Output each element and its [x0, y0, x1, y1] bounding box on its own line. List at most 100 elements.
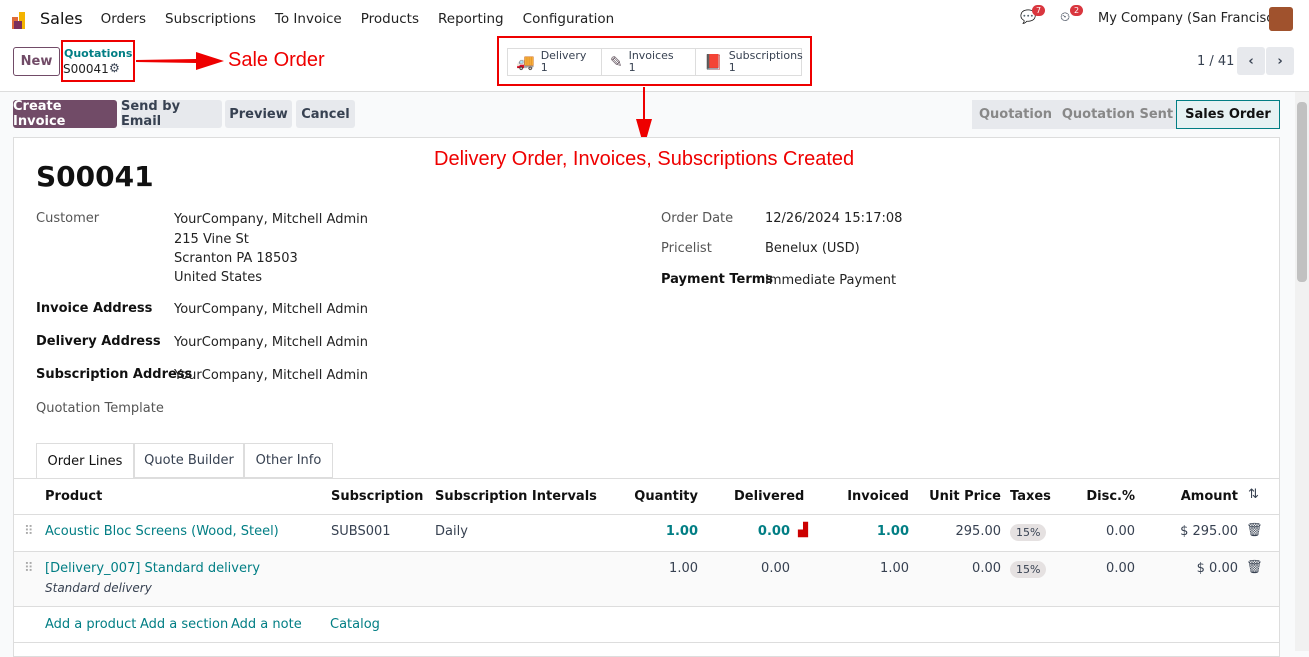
interval-cell: Daily: [435, 524, 468, 539]
breadcrumb-current: S00041: [63, 62, 109, 76]
create-invoice-button[interactable]: Create Invoice: [13, 99, 117, 129]
trash-icon[interactable]: 🗑: [1246, 560, 1263, 575]
activities-icon[interactable]: ⏲ 2: [1060, 5, 1084, 25]
invoice-address-label: Invoice Address: [36, 301, 153, 316]
pricelist-field[interactable]: Benelux (USD): [765, 241, 860, 256]
invoices-smart-button[interactable]: ✎ Invoices 1: [602, 49, 696, 75]
quantity-cell[interactable]: 1.00: [666, 524, 698, 539]
description-cell: Standard delivery: [45, 581, 152, 595]
subscriptions-smart-button[interactable]: 📕 Subscriptions 1: [696, 49, 803, 75]
delivery-address-field[interactable]: YourCompany, Mitchell Admin: [174, 335, 368, 350]
subscription-address-label: Subscription Address: [36, 367, 193, 382]
customer-label: Customer: [36, 211, 100, 226]
col-invoiced[interactable]: Invoiced: [847, 489, 909, 504]
col-subscription[interactable]: Subscription: [331, 489, 423, 504]
invoiced-cell[interactable]: 1.00: [877, 524, 909, 539]
label: Subscriptions: [728, 49, 803, 62]
catalog-link[interactable]: Catalog: [330, 617, 380, 632]
quantity-cell[interactable]: 1.00: [669, 561, 698, 576]
payment-terms-field[interactable]: Immediate Payment: [765, 273, 896, 288]
scrollbar[interactable]: [1295, 92, 1309, 651]
col-amount[interactable]: Amount: [1181, 489, 1238, 504]
annotation-created: Delivery Order, Invoices, Subscriptions …: [434, 148, 855, 170]
preview-button[interactable]: Preview: [225, 100, 292, 128]
menu-reporting[interactable]: Reporting: [438, 11, 504, 27]
col-unit-price[interactable]: Unit Price: [929, 489, 1001, 504]
invoiced-cell[interactable]: 1.00: [880, 561, 909, 576]
address-line: 215 Vine St: [174, 232, 249, 247]
gear-icon[interactable]: ⚙: [109, 61, 120, 75]
tax-badge: 15%: [1010, 524, 1047, 541]
subscription-cell: SUBS001: [331, 524, 391, 539]
address-line: Scranton PA 18503: [174, 251, 298, 266]
edit-icon: ✎: [610, 53, 623, 71]
col-subscription-intervals[interactable]: Subscription Intervals: [435, 489, 597, 504]
col-disc[interactable]: Disc.%: [1086, 489, 1135, 504]
top-navbar: Sales Orders Subscriptions To Invoice Pr…: [0, 0, 1309, 37]
avatar[interactable]: [1269, 7, 1293, 31]
product-cell[interactable]: Acoustic Bloc Screens (Wood, Steel): [45, 524, 279, 539]
pricelist-label: Pricelist: [661, 241, 712, 256]
unit-price-cell[interactable]: 0.00: [972, 561, 1001, 576]
company-switcher[interactable]: My Company (San Francisco): [1098, 11, 1286, 26]
drag-handle-icon[interactable]: ⠿: [24, 524, 34, 539]
subscription-address-field[interactable]: YourCompany, Mitchell Admin: [174, 368, 368, 383]
delivered-cell[interactable]: 0.00: [758, 524, 790, 539]
tab-other-info[interactable]: Other Info: [244, 443, 333, 478]
forecast-chart-icon[interactable]: ▟: [798, 523, 808, 538]
messages-icon[interactable]: 💬 7: [1020, 5, 1046, 25]
sales-app-icon[interactable]: [12, 9, 32, 29]
trash-icon[interactable]: 🗑: [1246, 523, 1263, 538]
discount-cell[interactable]: 0.00: [1106, 524, 1135, 539]
scrollbar-thumb[interactable]: [1297, 102, 1307, 282]
delivery-smart-button[interactable]: 🚚 Delivery 1: [508, 49, 602, 75]
col-taxes[interactable]: Taxes: [1010, 489, 1051, 504]
tab-order-lines[interactable]: Order Lines: [36, 443, 134, 479]
order-date-label: Order Date: [661, 211, 734, 226]
product-cell[interactable]: [Delivery_007] Standard delivery: [45, 561, 260, 576]
quotation-template-label: Quotation Template: [36, 401, 164, 416]
menu-configuration[interactable]: Configuration: [523, 11, 615, 27]
tab-quote-builder[interactable]: Quote Builder: [134, 443, 244, 478]
pager-value[interactable]: 1 / 41: [1197, 54, 1234, 69]
drag-handle-icon[interactable]: ⠿: [24, 561, 34, 576]
record-title: S00041: [36, 160, 154, 193]
new-button[interactable]: New: [13, 47, 60, 76]
next-button[interactable]: ›: [1266, 47, 1294, 75]
breadcrumb-quotations[interactable]: Quotations: [64, 47, 132, 60]
app-name[interactable]: Sales: [40, 9, 83, 28]
add-note-link[interactable]: Add a note: [231, 617, 302, 632]
menu-subscriptions[interactable]: Subscriptions: [165, 11, 256, 27]
delivered-cell[interactable]: 0.00: [761, 561, 790, 576]
truck-icon: 🚚: [516, 53, 535, 71]
menu-orders[interactable]: Orders: [101, 11, 146, 27]
order-date-field[interactable]: 12/26/2024 15:17:08: [765, 211, 902, 226]
col-quantity[interactable]: Quantity: [634, 489, 698, 504]
customer-link[interactable]: YourCompany, Mitchell Admin: [174, 212, 368, 227]
status-sales-order[interactable]: Sales Order: [1176, 100, 1280, 129]
payment-terms-label: Payment Terms: [661, 272, 774, 287]
status-quotation[interactable]: Quotation: [972, 100, 1059, 129]
invoice-address-field[interactable]: YourCompany, Mitchell Admin: [174, 302, 368, 317]
count: 1: [628, 61, 636, 74]
status-bar: Quotation Quotation Sent Sales Order: [972, 100, 1280, 129]
add-section-link[interactable]: Add a section: [140, 617, 228, 632]
amount-cell: $ 295.00: [1180, 524, 1238, 539]
col-delivered[interactable]: Delivered: [734, 489, 804, 504]
add-product-link[interactable]: Add a product: [45, 617, 136, 632]
cancel-button[interactable]: Cancel: [296, 100, 355, 128]
unit-price-cell[interactable]: 295.00: [956, 524, 1002, 539]
menu-products[interactable]: Products: [361, 11, 419, 27]
status-quotation-sent[interactable]: Quotation Sent: [1059, 100, 1176, 129]
delivery-address-label: Delivery Address: [36, 334, 161, 349]
book-icon: 📕: [704, 53, 723, 71]
col-product[interactable]: Product: [45, 489, 102, 504]
discount-cell[interactable]: 0.00: [1106, 561, 1135, 576]
previous-button[interactable]: ‹: [1237, 47, 1265, 75]
column-settings-icon[interactable]: ⇅: [1248, 487, 1259, 502]
menu-to-invoice[interactable]: To Invoice: [275, 11, 342, 27]
activities-badge: 2: [1070, 5, 1084, 16]
count: 1: [540, 61, 548, 74]
send-by-email-button[interactable]: Send by Email: [121, 99, 222, 129]
amount-cell: $ 0.00: [1196, 561, 1238, 576]
